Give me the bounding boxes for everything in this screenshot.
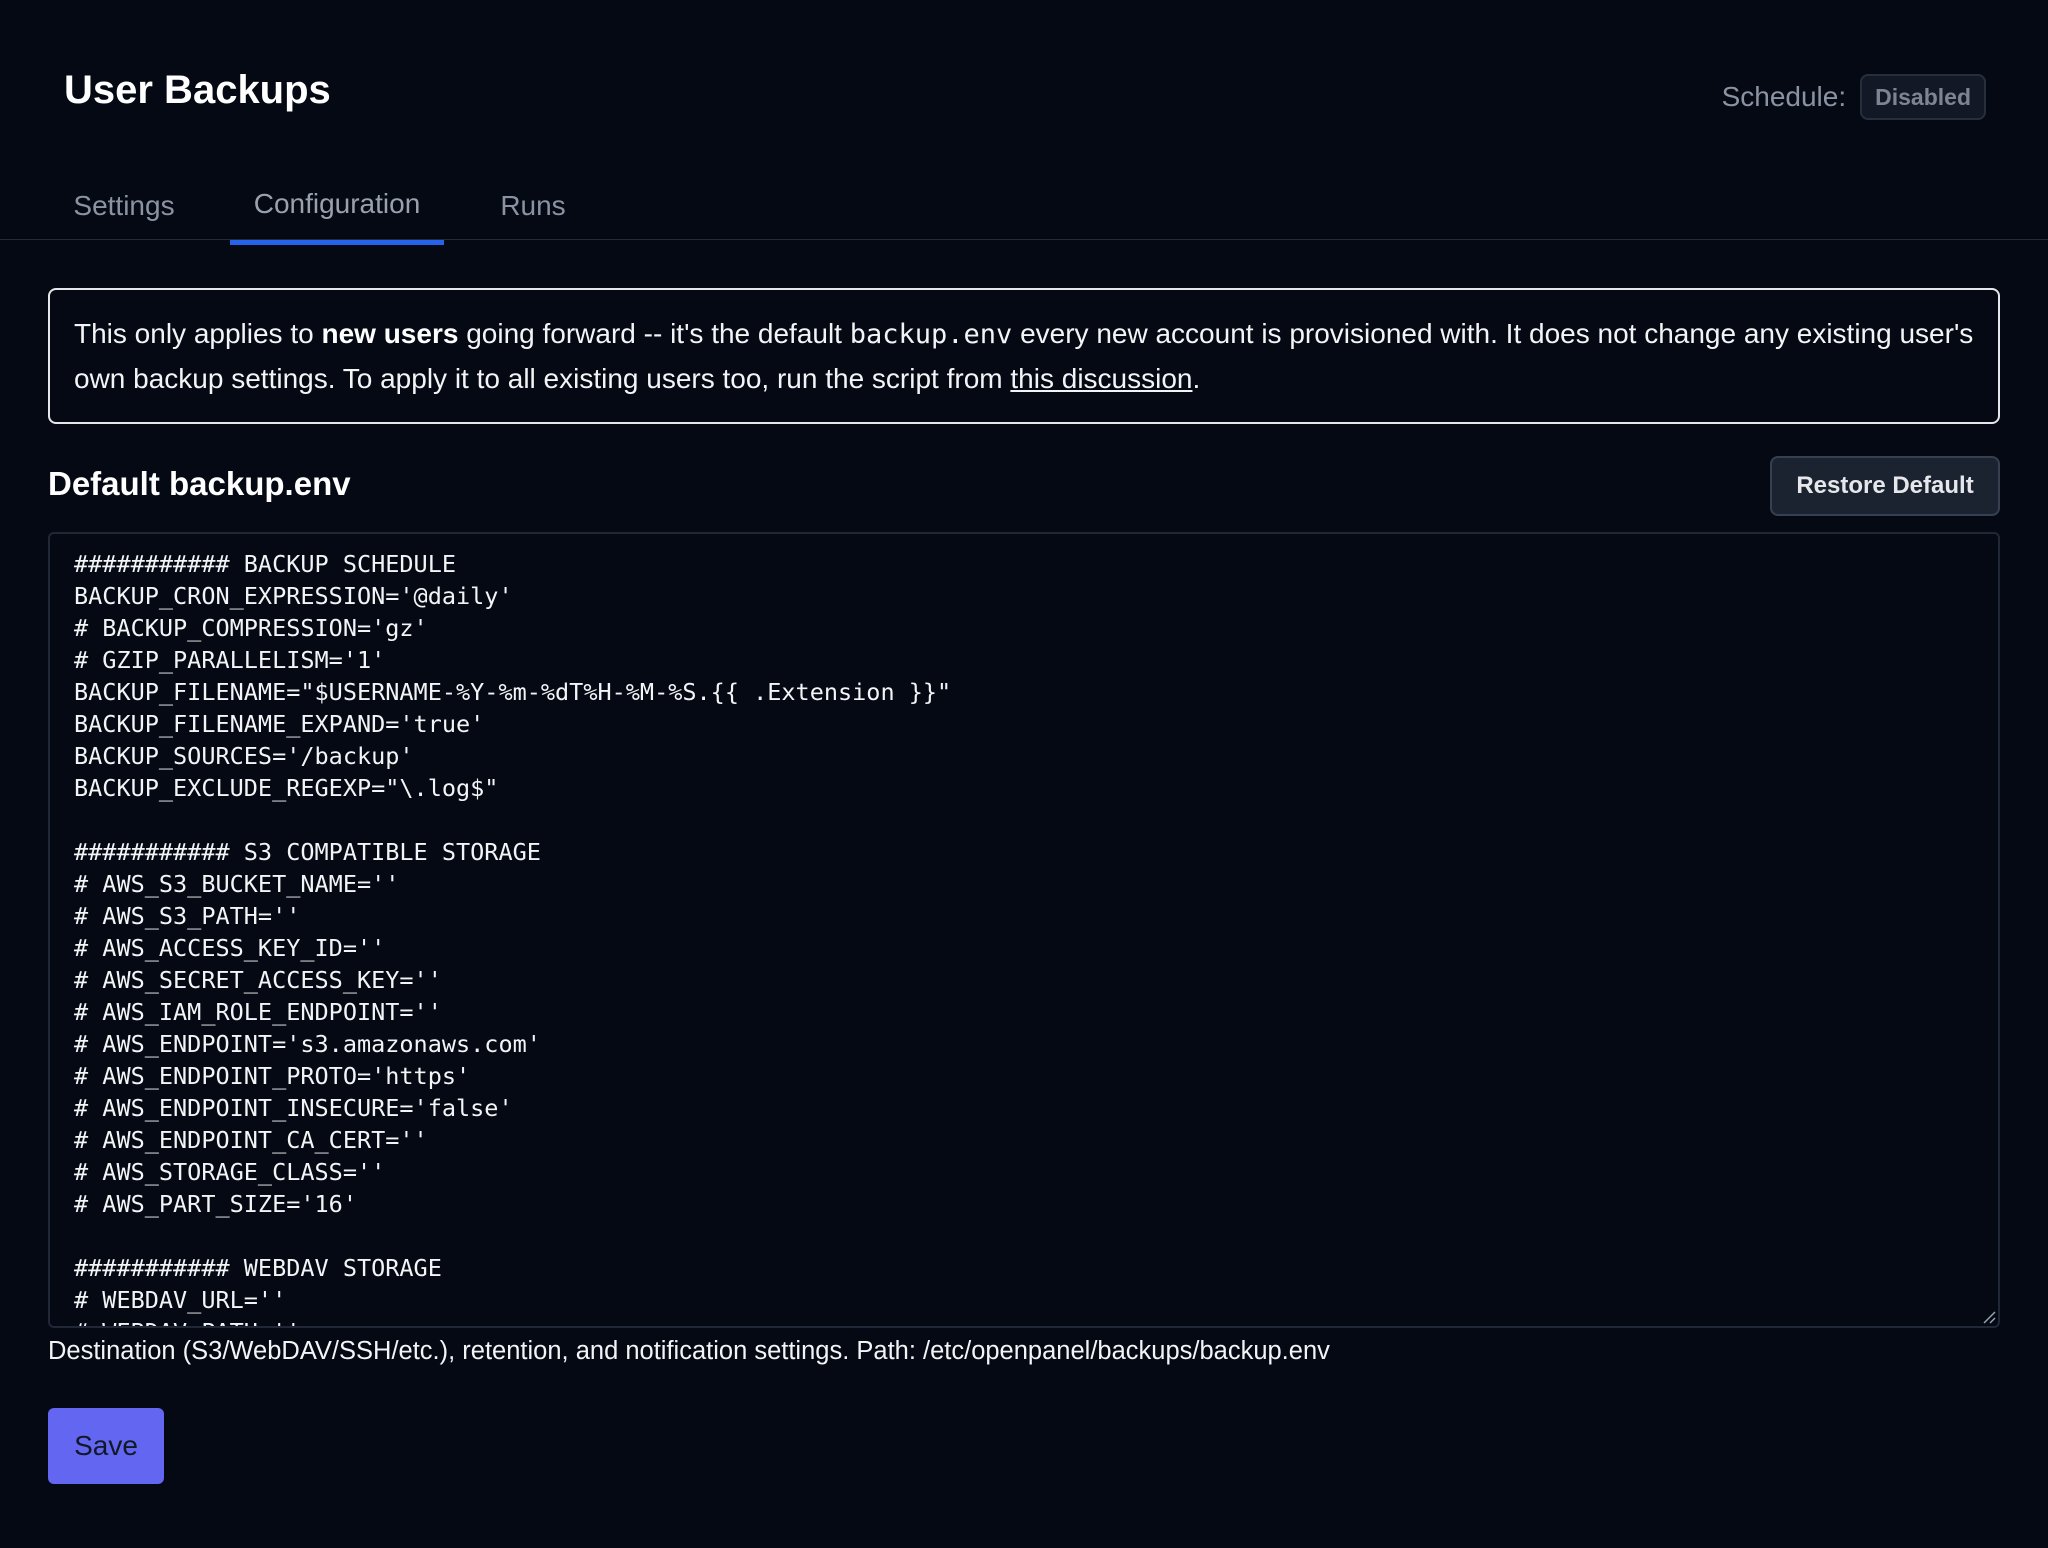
info-notice: This only applies to new users going for… (48, 288, 2000, 424)
page-header: User Backups Schedule: Disabled (0, 0, 2048, 140)
resize-handle-icon[interactable] (1980, 1308, 1996, 1324)
tab-runs[interactable]: Runs (500, 174, 566, 246)
notice-emphasis: new users (321, 318, 459, 349)
editor-help-text: Destination (S3/WebDAV/SSH/etc.), retent… (48, 1337, 1330, 1365)
save-button[interactable]: Save (48, 1408, 164, 1484)
restore-default-button[interactable]: Restore Default (1770, 456, 2000, 516)
notice-code-filename: backup.env (849, 319, 1013, 350)
tab-settings[interactable]: Settings (72, 174, 176, 246)
page: User Backups Schedule: Disabled Settings… (0, 0, 2048, 1548)
page-title: User Backups (64, 68, 331, 112)
tab-bar: Settings Configuration Runs (0, 168, 2048, 245)
notice-text: This only applies to (74, 318, 322, 349)
discussion-link[interactable]: this discussion (1010, 363, 1192, 394)
schedule-status: Schedule: Disabled (1722, 74, 1986, 120)
notice-text: going forward -- it's the default (458, 318, 850, 349)
tab-configuration[interactable]: Configuration (230, 172, 444, 245)
schedule-status-badge: Disabled (1860, 74, 1986, 120)
backup-env-editor-container: ########### BACKUP SCHEDULE BACKUP_CRON_… (48, 532, 2000, 1328)
notice-text: . (1192, 363, 1201, 394)
schedule-label: Schedule: (1721, 81, 1847, 112)
backup-env-editor[interactable]: ########### BACKUP SCHEDULE BACKUP_CRON_… (50, 534, 1998, 1326)
section-title: Default backup.env (48, 465, 351, 502)
